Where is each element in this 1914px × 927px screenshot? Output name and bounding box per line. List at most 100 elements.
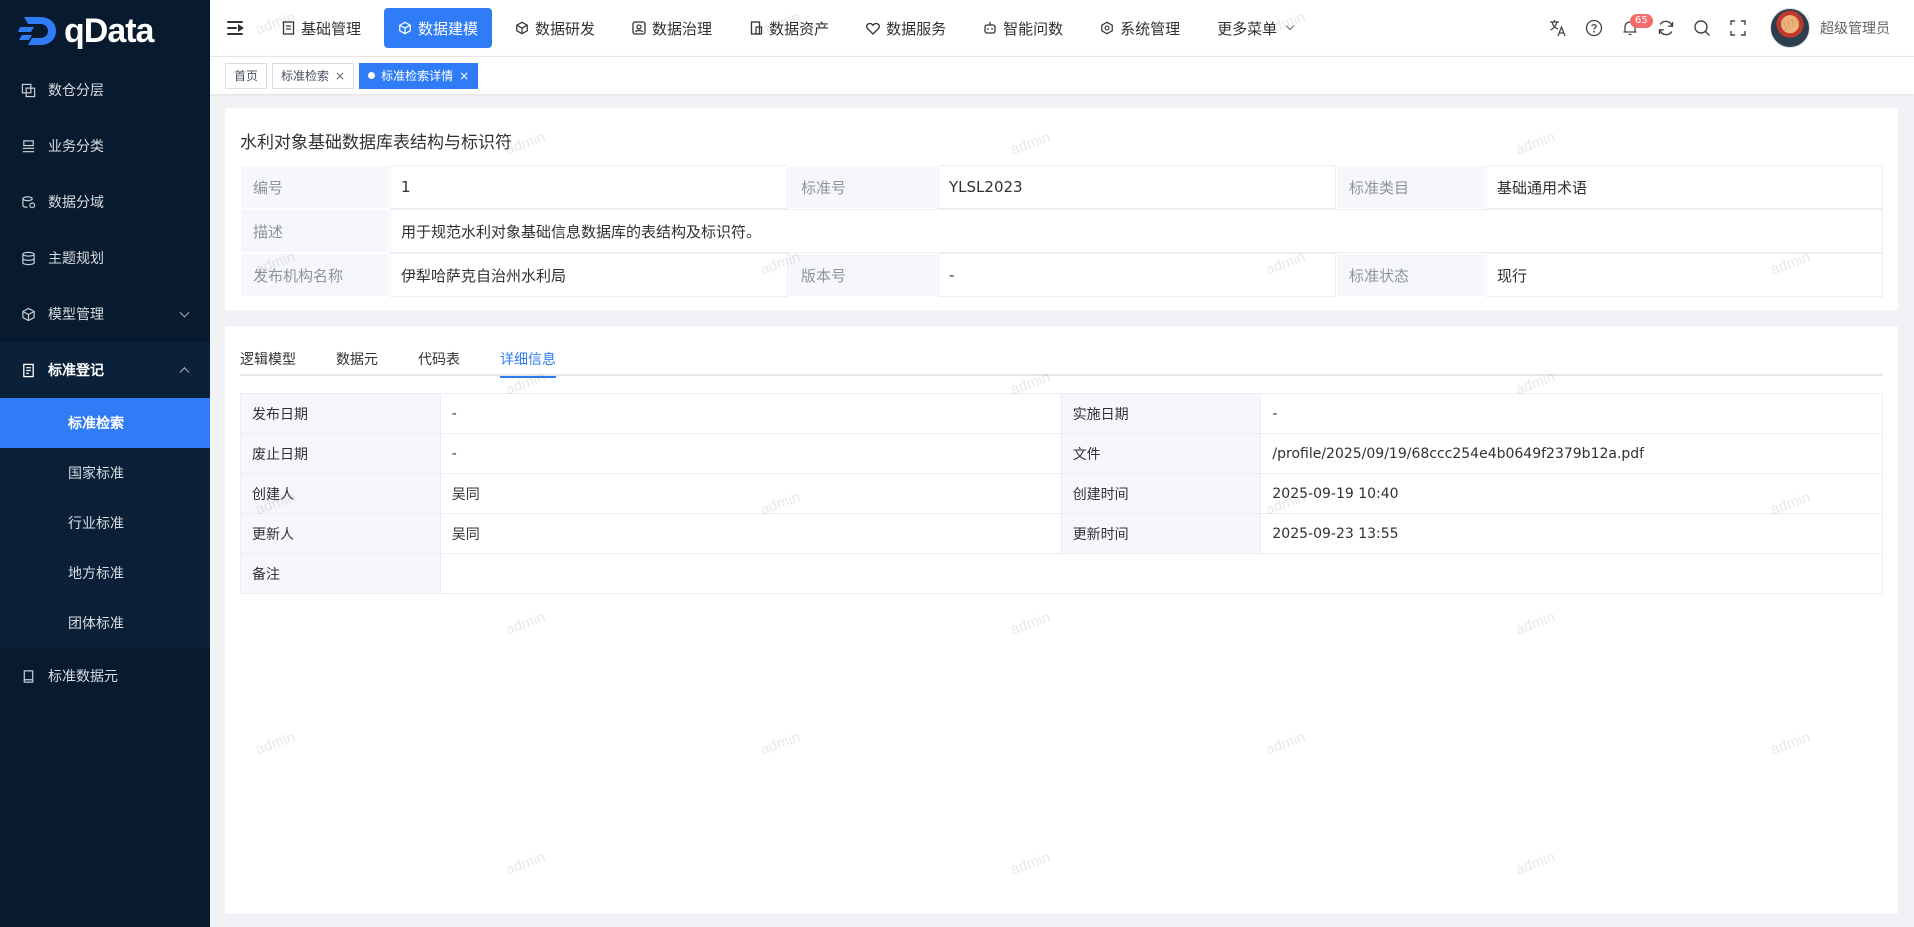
detail-value: 吴同 bbox=[439, 473, 1062, 514]
sidebar-subitem-label: 团体标准 bbox=[68, 616, 124, 632]
cube-icon bbox=[515, 21, 529, 35]
username[interactable]: 超级管理员 bbox=[1820, 18, 1890, 38]
notification-bell-icon[interactable]: 65 bbox=[1612, 10, 1653, 46]
menu-toggle-icon[interactable] bbox=[227, 20, 245, 36]
sidebar-item-layers[interactable]: 数仓分层 bbox=[0, 62, 210, 118]
tab-label: 详细信息 bbox=[500, 352, 556, 368]
tag-label: 标准检索详情 bbox=[381, 69, 454, 83]
nav-label: 数据研发 bbox=[535, 19, 596, 38]
detail-label: 文件 bbox=[1060, 433, 1262, 474]
close-icon[interactable]: × bbox=[459, 69, 469, 83]
sidebar-subitem-local[interactable]: 地方标准 bbox=[0, 548, 210, 598]
standard-info-card: 水利对象基础数据库表结构与标识符 编号 1 标准号 YLSL2023 标准类目 … bbox=[225, 108, 1898, 310]
tab-label: 逻辑模型 bbox=[240, 352, 296, 368]
sidebar-item-topic[interactable]: 主题规划 bbox=[0, 230, 210, 286]
tab-data-element[interactable]: 数据元 bbox=[336, 342, 378, 376]
tab-logical-model[interactable]: 逻辑模型 bbox=[240, 342, 296, 376]
sidebar-subitem-group[interactable]: 团体标准 bbox=[0, 598, 210, 648]
table-row: 废止日期 - 文件 /profile/2025/09/19/68ccc254e4… bbox=[240, 433, 1883, 474]
nav-more-menu[interactable]: 更多菜单 bbox=[1203, 8, 1307, 48]
sidebar-item-label: 数据分域 bbox=[48, 195, 104, 211]
document-icon bbox=[20, 362, 36, 378]
file-link[interactable]: /profile/2025/09/19/68ccc254e4b0649f2379… bbox=[1260, 433, 1883, 474]
sidebar-subitem-industry[interactable]: 行业标准 bbox=[0, 498, 210, 548]
top-nav-menu: 基础管理 数据建模 数据研发 数据治理 数据资产 数据服务 智能问数 系统管理 bbox=[267, 0, 1316, 56]
nav-data-modeling[interactable]: 数据建模 bbox=[384, 8, 493, 48]
detail-label: 更新人 bbox=[240, 513, 441, 554]
detail-value: - bbox=[1260, 393, 1883, 434]
domain-icon bbox=[20, 194, 36, 210]
info-value: 伊犁哈萨克自治州水利局 bbox=[390, 253, 788, 297]
sidebar-item-label: 标准登记 bbox=[48, 363, 104, 379]
tag-home[interactable]: 首页 bbox=[225, 62, 268, 89]
tab-detail-info[interactable]: 详细信息 bbox=[500, 342, 556, 378]
detail-label: 备注 bbox=[240, 553, 441, 594]
tag-label: 首页 bbox=[234, 69, 259, 83]
settings-icon bbox=[1100, 21, 1114, 35]
search-icon[interactable] bbox=[1684, 10, 1720, 46]
heart-icon bbox=[866, 21, 881, 35]
detail-value: 2025-09-19 10:40 bbox=[1260, 473, 1883, 514]
info-label: 版本号 bbox=[788, 253, 938, 297]
translate-icon[interactable] bbox=[1540, 10, 1576, 46]
refresh-icon[interactable] bbox=[1648, 10, 1684, 46]
tab-label: 数据元 bbox=[336, 352, 378, 368]
sidebar-item-standard-data-element[interactable]: 标准数据元 bbox=[0, 648, 210, 704]
info-row: 编号 1 标准号 YLSL2023 标准类目 基础通用术语 bbox=[240, 165, 1883, 209]
nav-data-governance[interactable]: 数据治理 bbox=[618, 8, 726, 48]
detail-label: 更新时间 bbox=[1060, 513, 1262, 554]
sidebar-item-model[interactable]: 模型管理 bbox=[0, 286, 210, 342]
nav-data-assets[interactable]: 数据资产 bbox=[735, 8, 843, 48]
sidebar-subitem-standard-search[interactable]: 标准检索 bbox=[0, 398, 210, 448]
chevron-up-icon bbox=[179, 367, 190, 378]
table-row: 备注 bbox=[240, 553, 1884, 594]
nav-basic-management[interactable]: 基础管理 bbox=[267, 8, 375, 48]
tag-standard-search[interactable]: 标准检索 × bbox=[272, 62, 355, 89]
tab-label: 代码表 bbox=[418, 352, 460, 368]
nav-data-development[interactable]: 数据研发 bbox=[501, 8, 609, 48]
robot-icon bbox=[983, 21, 997, 35]
info-value: 现行 bbox=[1486, 253, 1883, 297]
standard-info-grid: 编号 1 标准号 YLSL2023 标准类目 基础通用术语 描述 用于规范水利对… bbox=[240, 165, 1883, 297]
info-label: 标准状态 bbox=[1336, 253, 1486, 297]
info-value: 1 bbox=[390, 165, 788, 209]
database-icon bbox=[20, 250, 36, 266]
help-icon[interactable] bbox=[1576, 10, 1612, 46]
detail-table: 发布日期 - 实施日期 - 废止日期 - 文件 /profile/2025/09… bbox=[240, 393, 1884, 594]
avatar[interactable] bbox=[1770, 8, 1810, 48]
tag-standard-search-detail[interactable]: 标准检索详情 × bbox=[359, 62, 479, 89]
info-row: 描述 用于规范水利对象基础信息数据库的表结构及标识符。 bbox=[240, 209, 1883, 253]
info-label: 编号 bbox=[240, 165, 390, 209]
nav-smart-query[interactable]: 智能问数 bbox=[969, 8, 1077, 48]
tag-label: 标准检索 bbox=[281, 69, 330, 83]
sidebar-item-category[interactable]: 业务分类 bbox=[0, 118, 210, 174]
nav-data-service[interactable]: 数据服务 bbox=[852, 8, 960, 48]
book-icon bbox=[20, 668, 36, 684]
nav-label: 更多菜单 bbox=[1217, 19, 1278, 38]
nav-label: 系统管理 bbox=[1120, 19, 1181, 38]
detail-label: 创建人 bbox=[240, 473, 441, 514]
sidebar-subitem-national[interactable]: 国家标准 bbox=[0, 448, 210, 498]
sidebar-item-label: 标准数据元 bbox=[48, 669, 118, 685]
table-row: 更新人 吴同 更新时间 2025-09-23 13:55 bbox=[240, 513, 1883, 554]
layers-icon bbox=[20, 82, 36, 98]
sidebar-item-domain[interactable]: 数据分域 bbox=[0, 174, 210, 230]
tab-code-table[interactable]: 代码表 bbox=[418, 342, 460, 376]
nav-system-management[interactable]: 系统管理 bbox=[1086, 8, 1194, 48]
page-title: 水利对象基础数据库表结构与标识符 bbox=[240, 133, 512, 153]
cube-icon bbox=[398, 21, 412, 35]
detail-label: 创建时间 bbox=[1060, 473, 1262, 514]
close-icon[interactable]: × bbox=[335, 69, 345, 83]
table-row: 发布日期 - 实施日期 - bbox=[240, 393, 1883, 434]
nav-label: 智能问数 bbox=[1003, 19, 1064, 38]
info-label: 标准号 bbox=[788, 165, 938, 209]
chevron-down-icon bbox=[1285, 21, 1295, 31]
info-label: 标准类目 bbox=[1336, 165, 1486, 209]
governance-icon bbox=[632, 21, 646, 35]
category-icon bbox=[20, 138, 36, 154]
sidebar-item-label: 主题规划 bbox=[48, 251, 104, 267]
app-logo[interactable]: qData bbox=[0, 0, 210, 62]
sidebar-subitem-label: 国家标准 bbox=[68, 466, 124, 482]
sidebar-item-standard-register[interactable]: 标准登记 bbox=[0, 342, 210, 398]
fullscreen-icon[interactable] bbox=[1720, 10, 1756, 46]
